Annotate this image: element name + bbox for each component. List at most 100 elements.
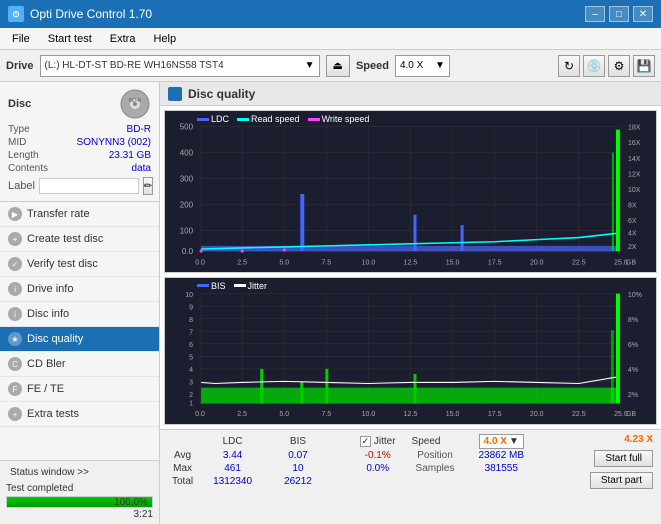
extra-tests-icon: +: [8, 407, 22, 421]
status-completed-text: Test completed: [6, 483, 153, 494]
start-full-button[interactable]: Start full: [594, 450, 653, 467]
chart-ldc: LDC Read speed Write speed: [164, 110, 657, 273]
speed-select-icon: ▼: [509, 436, 519, 447]
disc-label-input[interactable]: [39, 178, 139, 194]
svg-text:4: 4: [189, 366, 193, 374]
refresh-button[interactable]: ↻: [558, 55, 580, 77]
menu-file[interactable]: File: [4, 31, 38, 47]
drive-select-text: (L:) HL-DT-ST BD-RE WH16NS58 TST4: [45, 60, 305, 71]
svg-text:8X: 8X: [628, 201, 637, 209]
main-layout: Disc BD-R Type BD-R MID SONYNN3 (002) Le…: [0, 82, 661, 524]
avg-bis: 0.07: [268, 449, 328, 462]
stats-header-ldc: LDC: [197, 434, 268, 449]
speed-select[interactable]: 4.0 X ▼: [395, 55, 450, 77]
speed-display: 4.23 X: [624, 434, 653, 445]
eject-button[interactable]: ⏏: [326, 55, 350, 77]
disc-icon-button[interactable]: 💿: [583, 55, 605, 77]
close-button[interactable]: ✕: [633, 6, 653, 22]
minimize-button[interactable]: –: [585, 6, 605, 22]
svg-text:GB: GB: [626, 410, 636, 418]
sidebar-item-drive-info[interactable]: i Drive info: [0, 277, 159, 302]
legend-bis-text: BIS: [211, 281, 226, 291]
save-button[interactable]: 💾: [633, 55, 655, 77]
svg-text:10: 10: [185, 290, 193, 298]
jitter-label: Jitter: [374, 436, 396, 447]
svg-text:2.5: 2.5: [237, 410, 247, 418]
disc-label-row: Label ✏: [8, 177, 151, 195]
settings-button[interactable]: ⚙: [608, 55, 630, 77]
stats-header-bis: BIS: [268, 434, 328, 449]
read-speed-legend-dot: [237, 118, 249, 121]
fe-te-icon: F: [8, 382, 22, 396]
sidebar-item-fe-te[interactable]: F FE / TE: [0, 377, 159, 402]
ldc-legend-dot: [197, 118, 209, 121]
sidebar-item-create-test-disc[interactable]: + Create test disc: [0, 227, 159, 252]
drive-icon-buttons: ↻ 💿 ⚙ 💾: [558, 55, 655, 77]
disc-panel: Disc BD-R Type BD-R MID SONYNN3 (002) Le…: [0, 82, 159, 202]
disc-length-row: Length 23.31 GB: [8, 150, 151, 161]
disc-mid-row: MID SONYNN3 (002): [8, 137, 151, 148]
svg-text:10%: 10%: [628, 290, 643, 298]
disc-contents-label: Contents: [8, 163, 48, 174]
svg-text:5.0: 5.0: [279, 410, 289, 418]
svg-text:22.5: 22.5: [572, 410, 586, 418]
disc-info-icon: i: [8, 307, 22, 321]
max-jitter: 0.0%: [352, 462, 404, 475]
sidebar-item-disc-quality[interactable]: ★ Disc quality: [0, 327, 159, 352]
create-test-disc-icon: +: [8, 232, 22, 246]
svg-text:0.0: 0.0: [182, 247, 194, 256]
legend-read-speed: Read speed: [237, 114, 300, 124]
svg-text:12X: 12X: [628, 170, 641, 178]
sidebar-item-extra-tests[interactable]: + Extra tests: [0, 402, 159, 427]
legend-bis: BIS: [197, 281, 226, 291]
menu-start-test[interactable]: Start test: [40, 31, 100, 47]
status-window-nav[interactable]: Status window >>: [6, 465, 153, 480]
sidebar-item-transfer-rate[interactable]: ▶ Transfer rate: [0, 202, 159, 227]
svg-text:9: 9: [189, 303, 193, 311]
svg-text:6X: 6X: [628, 217, 637, 225]
fe-te-label: FE / TE: [27, 383, 64, 395]
transfer-rate-label: Transfer rate: [27, 208, 90, 220]
svg-text:12.5: 12.5: [404, 258, 418, 266]
jitter-checkbox[interactable]: ✓: [360, 436, 371, 447]
samples-value: 381555: [466, 462, 536, 475]
stats-main-row: LDC BIS ✓ Jitter: [168, 434, 653, 489]
svg-text:100: 100: [180, 226, 194, 235]
svg-text:22.5: 22.5: [572, 258, 586, 266]
title-controls: – □ ✕: [585, 6, 653, 22]
svg-text:6: 6: [189, 341, 193, 349]
start-part-button[interactable]: Start part: [590, 472, 653, 489]
legend-write-speed-text: Write speed: [322, 114, 370, 124]
maximize-button[interactable]: □: [609, 6, 629, 22]
chart1-svg: 500 400 300 200 100 0.0 18X 16X 14X 12X …: [165, 111, 656, 272]
svg-text:8: 8: [189, 316, 193, 324]
sidebar-item-cd-bler[interactable]: C CD Bler: [0, 352, 159, 377]
drive-info-icon: i: [8, 282, 22, 296]
max-bis: 10: [268, 462, 328, 475]
drive-select[interactable]: (L:) HL-DT-ST BD-RE WH16NS58 TST4 ▼: [40, 55, 320, 77]
write-speed-legend-dot: [308, 118, 320, 121]
svg-text:200: 200: [180, 200, 194, 209]
chart2-legend: BIS Jitter: [197, 281, 267, 291]
menu-extra[interactable]: Extra: [102, 31, 144, 47]
svg-text:8%: 8%: [628, 316, 639, 324]
svg-text:5.0: 5.0: [279, 258, 289, 266]
svg-text:400: 400: [180, 148, 194, 157]
position-value: 23862 MB: [466, 449, 536, 462]
drive-info-label: Drive info: [27, 283, 73, 295]
progress-bar: 100.0%: [6, 496, 153, 508]
disc-mid-value: SONYNN3 (002): [77, 137, 151, 148]
sidebar-item-verify-test-disc[interactable]: ✓ Verify test disc: [0, 252, 159, 277]
disc-contents-value: data: [132, 163, 151, 174]
stats-avg-row: Avg 3.44 0.07 -0.1% Position 23862 MB: [168, 449, 536, 462]
svg-text:0.0: 0.0: [195, 258, 205, 266]
disc-image: BD-R: [119, 88, 151, 120]
sidebar-item-disc-info[interactable]: i Disc info: [0, 302, 159, 327]
svg-text:15.0: 15.0: [446, 258, 460, 266]
disc-section-label: Disc: [8, 98, 31, 110]
menu-help[interactable]: Help: [145, 31, 184, 47]
disc-label-button[interactable]: ✏: [143, 177, 153, 195]
avg-ldc: 3.44: [197, 449, 268, 462]
stats-header-jitter: ✓ Jitter: [352, 434, 404, 449]
time-display: 3:21: [6, 509, 153, 520]
